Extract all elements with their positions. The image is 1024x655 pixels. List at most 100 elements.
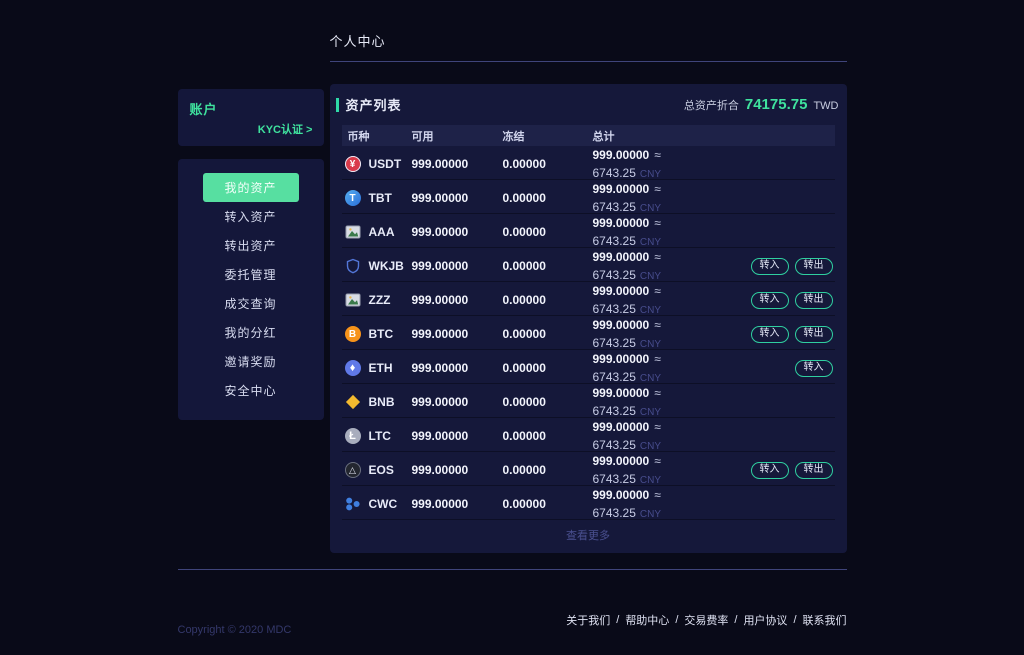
coin-cell: △EOS (342, 462, 412, 478)
transfer-in-button[interactable]: 转入 (751, 292, 789, 309)
sidebar-item-3[interactable]: 转出资产 (203, 231, 299, 260)
coin-symbol: LTC (369, 429, 391, 443)
coin-cell: AAA (342, 224, 412, 240)
frozen-amount: 0.00000 (503, 395, 593, 409)
coin-symbol: BTC (369, 327, 394, 341)
actions-cell: 转入转出 (703, 462, 835, 479)
column-header-available: 可用 (412, 128, 503, 144)
frozen-amount: 0.00000 (503, 463, 593, 477)
frozen-amount: 0.00000 (503, 327, 593, 341)
coin-cell: ♦ETH (342, 360, 412, 376)
footer-link-3[interactable]: 交易费率 (684, 612, 728, 628)
coin-cell: TTBT (342, 190, 412, 206)
usdt-coin-icon: ¥ (345, 156, 361, 172)
frozen-amount: 0.00000 (503, 259, 593, 273)
transfer-out-button[interactable]: 转出 (795, 326, 833, 343)
assets-table: 币种 可用 冻结 总计 ¥USDT999.000000.00000999.000… (342, 125, 835, 549)
title-accent-bar (336, 98, 339, 112)
footer-link-2[interactable]: 帮助中心 (625, 612, 669, 628)
coin-cell: B BTC (342, 326, 412, 342)
asset-row-cwc: CWC999.000000.00000999.00000≈ 6743.25CNY (342, 486, 835, 520)
transfer-out-button[interactable]: 转出 (795, 292, 833, 309)
total-amount-cell: 999.00000≈ 6743.25CNY (593, 248, 703, 284)
kyc-verification-link[interactable]: KYC认证 > (258, 121, 313, 137)
sidebar-item-label: 邀请奖励 (224, 353, 276, 370)
asset-row-eos: △EOS999.000000.00000999.00000≈ 6743.25CN… (342, 452, 835, 486)
bnb-coin-icon (345, 394, 361, 410)
cwc-coin-icon (345, 496, 361, 512)
asset-row-aaa: AAA999.000000.00000999.00000≈ 6743.25CNY (342, 214, 835, 248)
footer-link-1[interactable]: 关于我们 (566, 612, 610, 628)
coin-symbol: BNB (369, 395, 395, 409)
asset-row-bnb: BNB999.000000.00000999.00000≈ 6743.25CNY (342, 384, 835, 418)
asset-row-btc: B BTC 999.000000.00000999.00000≈ 6743.25CN… (342, 316, 835, 350)
sidebar-item-5[interactable]: 成交查询 (203, 289, 299, 318)
available-amount: 999.00000 (412, 225, 503, 239)
footer-link-separator: / (675, 614, 678, 626)
page-title: 个人中心 (330, 31, 847, 50)
approx-currency: CNY (640, 373, 661, 384)
asset-row-tbt: TTBT999.000000.00000999.00000≈ 6743.25CN… (342, 180, 835, 214)
coin-symbol: ZZZ (369, 293, 391, 307)
approx-currency: CNY (640, 203, 661, 214)
frozen-amount: 0.00000 (503, 361, 593, 375)
column-header-frozen: 冻结 (503, 128, 593, 144)
total-amount-cell: 999.00000≈ 6743.25CNY (593, 486, 703, 522)
approx-currency: CNY (640, 407, 661, 418)
sidebar-item-2[interactable]: 转入资产 (203, 202, 299, 231)
sidebar-item-8[interactable]: 安全中心 (203, 376, 299, 405)
total-amount-cell: 999.00000≈ 6743.25CNY (593, 316, 703, 352)
sidebar-item-6[interactable]: 我的分红 (203, 318, 299, 347)
asset-row-eth: ♦ETH 999.000000.00000999.00000≈ 6743.25CN… (342, 350, 835, 384)
total-amount-cell: 999.00000≈ 6743.25CNY (593, 282, 703, 318)
total-amount: 999.00000 (593, 352, 650, 366)
asset-row-wkjb: WKJB999.000000.00000999.00000≈ 6743.25CN… (342, 248, 835, 282)
footer-divider (178, 569, 847, 570)
total-amount-cell: 999.00000≈ 6743.25CNY (593, 384, 703, 420)
view-more-link[interactable]: 查看更多 (342, 520, 835, 549)
transfer-in-button[interactable]: 转入 (751, 326, 789, 343)
transfer-in-button[interactable]: 转入 (751, 258, 789, 275)
coin-symbol: EOS (369, 463, 394, 477)
footer-link-4[interactable]: 用户协议 (743, 612, 787, 628)
coin-cell: BNB (342, 394, 412, 410)
frozen-amount: 0.00000 (503, 429, 593, 443)
available-amount: 999.00000 (412, 259, 503, 273)
transfer-out-button[interactable]: 转出 (795, 462, 833, 479)
footer-links: 关于我们/帮助中心/交易费率/用户协议/联系我们 (566, 612, 846, 628)
assets-panel-title: 资产列表 (346, 95, 402, 114)
footer-link-5[interactable]: 联系我们 (803, 612, 847, 628)
page: 个人中心 账户 KYC认证 > 我的资产转入资产转出资产委托管理成交查询我的分红… (178, 0, 847, 628)
total-assets-label: 总资产折合 (684, 97, 739, 113)
account-card: 账户 KYC认证 > (178, 89, 324, 146)
sidebar-item-label: 我的资产 (224, 179, 276, 196)
total-amount: 999.00000 (593, 284, 650, 298)
sidebar-item-1[interactable]: 我的资产 (203, 173, 299, 202)
transfer-out-button[interactable]: 转出 (795, 258, 833, 275)
total-amount: 999.00000 (593, 454, 650, 468)
wkjb-coin-icon (345, 258, 361, 274)
title-underline (330, 61, 847, 62)
sidebar-item-4[interactable]: 委托管理 (203, 260, 299, 289)
transfer-in-button[interactable]: 转入 (795, 360, 833, 377)
assets-panel-header: 资产列表 总资产折合 74175.75 TWD (330, 84, 847, 125)
total-amount-cell: 999.00000≈ 6743.25CNY (593, 180, 703, 216)
available-amount: 999.00000 (412, 293, 503, 307)
transfer-in-button[interactable]: 转入 (751, 462, 789, 479)
available-amount: 999.00000 (412, 429, 503, 443)
sidebar-item-label: 委托管理 (224, 266, 276, 283)
eth-coin-icon: ♦ (345, 360, 361, 376)
frozen-amount: 0.00000 (503, 225, 593, 239)
tbt-coin-icon: T (345, 190, 361, 206)
total-amount-cell: 999.00000≈ 6743.25CNY (593, 350, 703, 386)
btc-coin-icon: B (345, 326, 361, 342)
total-amount: 999.00000 (593, 148, 650, 162)
approx-currency: CNY (640, 305, 661, 316)
total-assets-currency: TWD (813, 100, 838, 112)
sidebar-item-7[interactable]: 邀请奖励 (203, 347, 299, 376)
aaa-coin-icon (345, 224, 361, 240)
total-amount: 999.00000 (593, 318, 650, 332)
column-header-total: 总计 (593, 128, 703, 144)
total-amount-cell: 999.00000≈ 6743.25CNY (593, 214, 703, 250)
total-assets-value: 74175.75 (745, 96, 808, 113)
